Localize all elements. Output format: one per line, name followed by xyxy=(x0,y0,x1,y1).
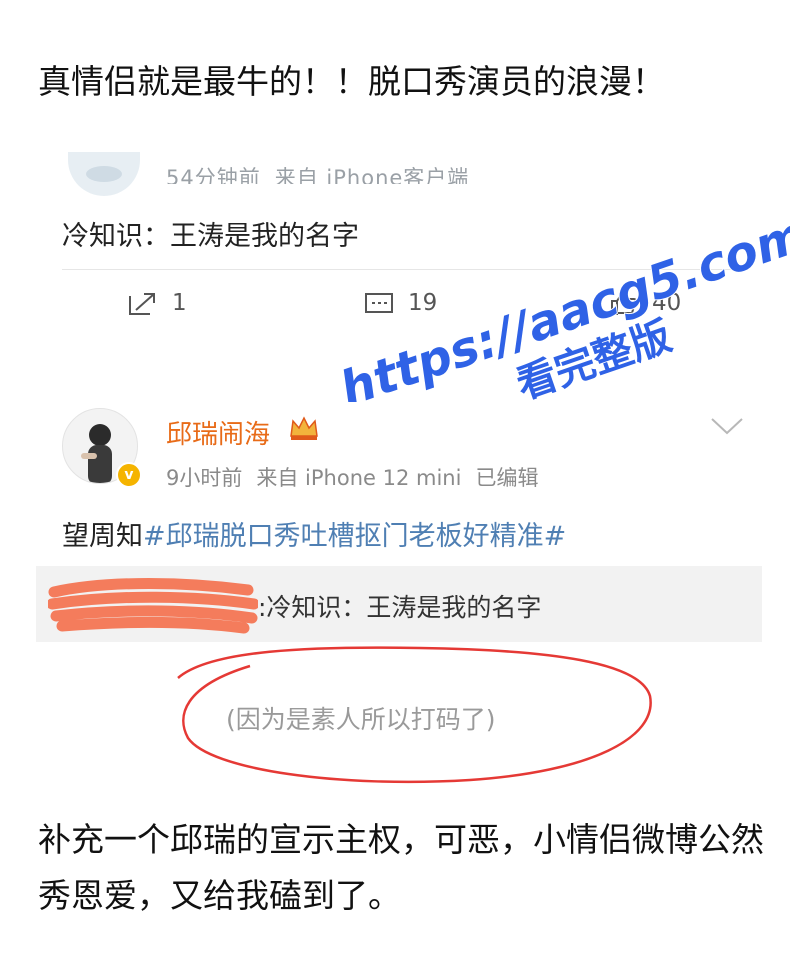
article-title: 真情侣就是最牛的！！脱口秀演员的浪漫！ xyxy=(38,62,665,101)
crown-icon xyxy=(290,416,318,440)
post-meta: 54分钟前 来自 iPhone客户端 xyxy=(166,158,483,184)
avatar[interactable] xyxy=(68,152,140,196)
share-count: 1 xyxy=(172,290,187,316)
first-post-card: 54分钟前 来自 iPhone客户端 冷知识：王涛是我的名字 1 19 40 xyxy=(62,130,742,350)
like-button[interactable]: 40 xyxy=(610,290,681,316)
like-count: 40 xyxy=(652,290,682,316)
share-button[interactable]: 1 xyxy=(128,290,187,316)
post-meta: 9小时前 来自 iPhone 12 mini 已编辑 xyxy=(166,462,552,492)
comment-text: 冷知识：王涛是我的名字 xyxy=(62,221,359,252)
thumbs-up-icon xyxy=(611,290,637,315)
quoted-comment[interactable]: :冷知识：王涛是我的名字 xyxy=(36,566,762,642)
redaction-scribble xyxy=(48,578,258,634)
verified-icon: v xyxy=(116,462,142,488)
hashtag-link[interactable]: #邱瑞脱口秀吐槽抠门老板好精准# xyxy=(143,521,566,552)
divider xyxy=(62,269,740,270)
edited-label: 已编辑 xyxy=(475,466,539,490)
comment-button[interactable]: 19 xyxy=(364,290,437,316)
post-text: 望周知#邱瑞脱口秀吐槽抠门老板好精准# xyxy=(62,514,566,553)
post-source: 来自 iPhone客户端 xyxy=(274,166,470,184)
post-prefix: 望周知 xyxy=(62,521,143,552)
quote-text: :冷知识：王涛是我的名字 xyxy=(258,593,542,622)
comment-count: 19 xyxy=(408,290,438,316)
post-time: 54分钟前 xyxy=(166,166,261,184)
share-icon xyxy=(129,293,155,315)
footer-text: 补充一个邱瑞的宣示主权，可恶，小情侣微博公然秀恩爱，又给我磕到了。 xyxy=(38,820,764,915)
username[interactable]: 邱瑞闹海 xyxy=(166,414,270,451)
post-source: 来自 iPhone 12 mini xyxy=(256,466,462,490)
chevron-down-icon[interactable] xyxy=(710,416,744,436)
redaction-note: (因为是素人所以打码了) xyxy=(226,705,496,734)
comment-icon xyxy=(365,293,393,313)
post-time: 9小时前 xyxy=(166,466,243,490)
